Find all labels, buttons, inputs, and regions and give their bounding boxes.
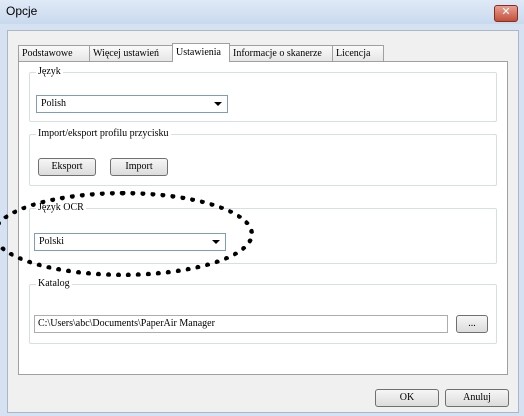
tab-wiecej-ustawien[interactable]: Więcej ustawień xyxy=(89,45,173,61)
tab-podstawowe[interactable]: Podstawowe xyxy=(18,45,90,61)
close-button[interactable]: ✕ xyxy=(494,5,518,22)
highlight-ellipse xyxy=(0,191,254,277)
tab-licencja[interactable]: Licencja xyxy=(332,45,384,61)
catalog-group: Katalog C:\Users\abc\Documents\PaperAir … xyxy=(29,278,497,344)
language-select-value: Polish xyxy=(41,98,67,109)
profile-group-title: Import/eksport profilu przycisku xyxy=(36,128,171,139)
language-group-title: Język xyxy=(36,66,63,77)
catalog-group-title: Katalog xyxy=(36,278,72,289)
export-button[interactable]: Eksport xyxy=(38,158,96,176)
close-icon: ✕ xyxy=(501,5,511,18)
tab-informacje-o-skanerze[interactable]: Informacje o skanerze xyxy=(229,45,333,61)
chevron-down-icon xyxy=(214,102,222,106)
import-button[interactable]: Import xyxy=(110,158,168,176)
catalog-path-value: C:\Users\abc\Documents\PaperAir Manager xyxy=(38,318,215,329)
language-select[interactable]: Polish xyxy=(36,95,228,113)
language-group: Język Polish xyxy=(29,66,497,122)
options-dialog: Opcje ✕ Podstawowe Więcej ustawień Ustaw… xyxy=(0,0,524,416)
title-bar: Opcje ✕ xyxy=(0,0,524,24)
ok-button[interactable]: OK xyxy=(375,389,439,407)
browse-button[interactable]: ... xyxy=(456,315,488,333)
catalog-path-field[interactable]: C:\Users\abc\Documents\PaperAir Manager xyxy=(34,315,448,333)
profile-group: Import/eksport profilu przycisku Eksport… xyxy=(29,128,497,186)
tab-ustawienia[interactable]: Ustawienia xyxy=(172,43,230,62)
cancel-button[interactable]: Anuluj xyxy=(445,389,509,407)
window-title: Opcje xyxy=(6,4,38,18)
